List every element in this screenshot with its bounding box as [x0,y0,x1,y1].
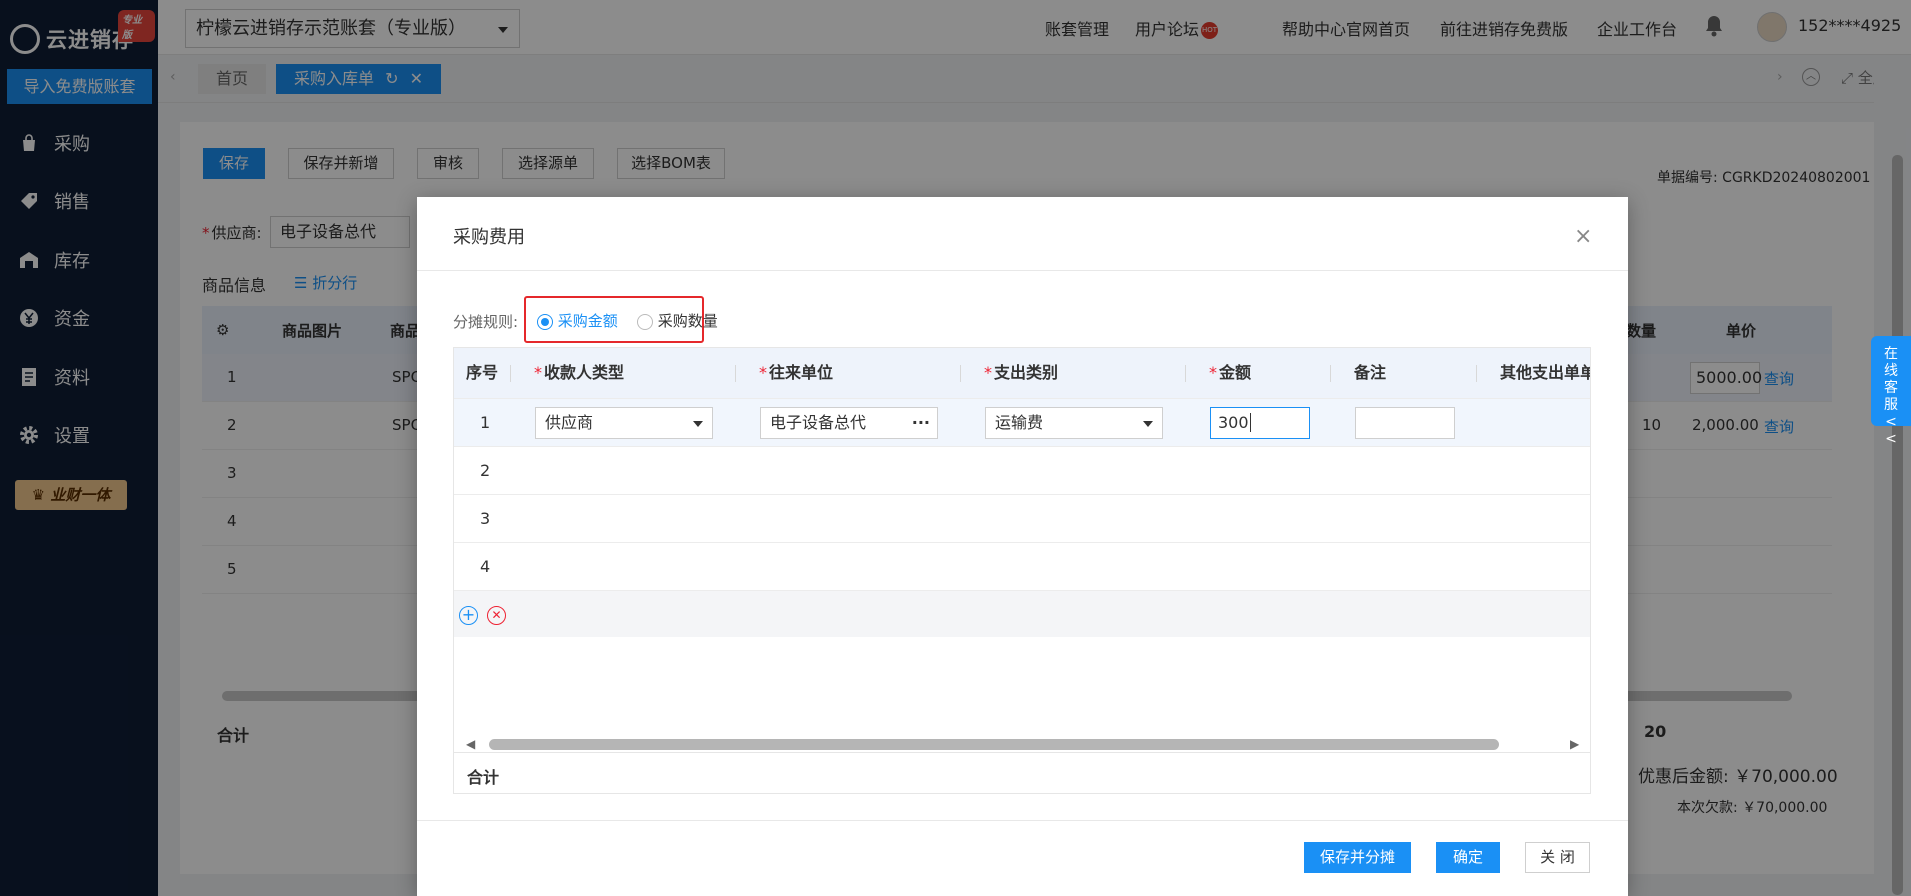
dialog-title: 采购费用 [453,227,525,248]
grid-header: 序号 * 收款人类型 * 往来单位 * 支出类别 * 金额 备注 其他支出单单 [454,348,1591,398]
confirm-button[interactable]: 确定 [1436,842,1500,873]
save-and-allocate-button[interactable]: 保存并分摊 [1304,842,1411,873]
divider [417,270,1628,271]
table-row[interactable]: 1 供应商 电子设备总代 ··· 运输费 300 [454,398,1590,446]
col-label: 往来单位 [769,363,834,382]
add-row-icon[interactable]: + [459,606,478,625]
radio-label: 采购数量 [657,312,718,330]
expense-category-select[interactable]: 运输费 [985,407,1163,439]
col-note: 备注 [1354,363,1387,382]
col-other-expense: 其他支出单单 [1500,363,1591,382]
close-icon[interactable]: × [1574,226,1592,248]
col-label: 支出类别 [994,363,1059,382]
chevron-down-icon [693,421,703,427]
more-icon[interactable]: ··· [912,408,930,438]
amount-value: 300 [1218,413,1249,432]
purchase-expense-dialog: 采购费用 × 分摊规则: 采购金额 采购数量 序号 * 收款人类型 * 往来单位 *… [417,197,1628,896]
col-no: 序号 [466,363,499,382]
remove-row-icon[interactable]: ✕ [487,606,506,625]
payee-type-value: 供应商 [545,413,594,432]
col-expense-category: * 支出类别 [984,363,1059,382]
row-no: 4 [480,557,491,576]
col-sep [1185,365,1186,382]
allocation-rule-label: 分摊规则: [453,313,519,331]
col-sep [1330,365,1331,382]
amount-input[interactable]: 300 [1210,407,1310,439]
row-no: 1 [480,413,491,432]
col-sep [735,365,736,382]
col-label: 收款人类型 [544,363,625,382]
col-amount: * 金额 [1209,363,1252,382]
close-button[interactable]: 关 闭 [1525,842,1590,873]
partner-value: 电子设备总代 [770,413,867,432]
col-sep [510,365,511,382]
payee-type-select[interactable]: 供应商 [535,407,713,439]
radio-purchase-amount[interactable]: 采购金额 [537,310,618,331]
scrollbar-thumb[interactable] [489,739,1499,750]
col-partner: * 往来单位 [759,363,834,382]
row-no: 2 [480,461,491,480]
expense-grid: 序号 * 收款人类型 * 往来单位 * 支出类别 * 金额 备注 其他支出单单 1 供应… [453,347,1591,794]
col-sep [1476,365,1477,382]
note-input[interactable] [1355,407,1455,439]
divider [417,820,1628,821]
add-remove-row: + ✕ [454,590,1590,637]
radio-purchase-quantity[interactable]: 采购数量 [637,310,718,331]
table-row[interactable]: 4 [454,542,1590,590]
text-cursor [1249,413,1251,432]
online-service-button[interactable]: 在线客服<< [1871,336,1911,447]
table-row[interactable]: 3 [454,494,1590,542]
row-no: 3 [480,509,491,528]
grid-horizontal-scrollbar[interactable]: ◀ ▶ [454,736,1590,752]
table-row[interactable]: 2 [454,446,1590,494]
col-sep [960,365,961,382]
scroll-right-icon[interactable]: ▶ [1570,737,1579,751]
col-label: 金额 [1219,363,1252,382]
expense-category-value: 运输费 [995,413,1044,432]
chevron-down-icon [1143,421,1153,427]
col-payee-type: * 收款人类型 [534,363,625,382]
radio-label: 采购金额 [557,312,618,330]
grid-total-row: 合计 [454,752,1590,793]
radio-unchecked-icon [637,313,653,330]
radio-checked-icon [537,313,553,330]
partner-field[interactable]: 电子设备总代 ··· [760,407,938,439]
scroll-left-icon[interactable]: ◀ [466,737,475,751]
total-label: 合计 [467,768,500,787]
